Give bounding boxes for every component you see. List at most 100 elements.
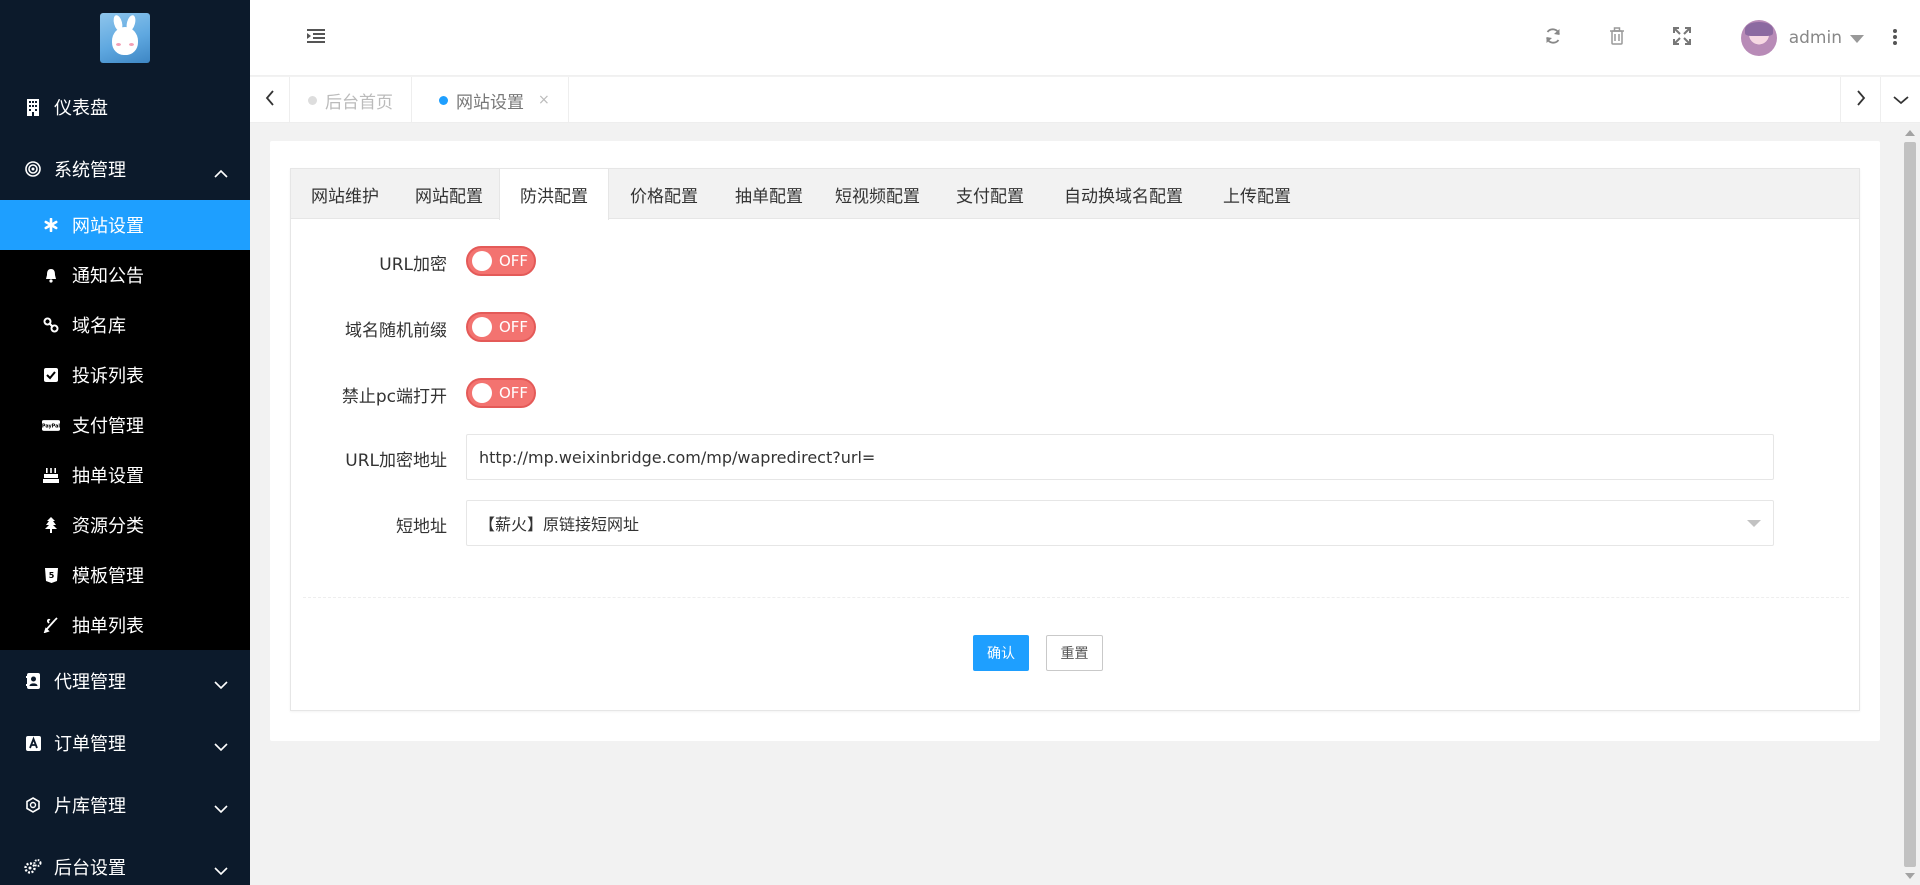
scroll-down-icon[interactable] bbox=[1905, 873, 1915, 879]
chevron-down-icon bbox=[214, 674, 228, 695]
settings-card: 网站维护 网站配置 防洪配置 价格配置 抽单配置 短视频配置 支付配置 自动换域… bbox=[270, 141, 1880, 741]
url-encrypt-address-label: URL加密地址 bbox=[345, 451, 447, 471]
form-divider bbox=[303, 597, 1849, 598]
user-menu[interactable]: admin bbox=[1740, 20, 1864, 56]
short-url-select[interactable]: 【薪火】原链接短网址 bbox=[466, 500, 1774, 546]
chevron-down-icon bbox=[214, 860, 228, 881]
link-icon bbox=[42, 316, 60, 334]
domain-random-prefix-label: 域名随机前缀 bbox=[345, 321, 447, 341]
confirm-button[interactable]: 确认 bbox=[973, 635, 1029, 671]
tree-icon bbox=[42, 516, 60, 534]
bell-icon bbox=[42, 266, 60, 284]
gears-icon bbox=[24, 858, 42, 876]
sidebar-item-site-settings[interactable]: 网站设置 bbox=[0, 200, 250, 250]
caret-down-icon bbox=[1850, 28, 1864, 48]
menu-orders-label: 订单管理 bbox=[54, 734, 126, 755]
tab-dot bbox=[439, 95, 448, 105]
logo[interactable] bbox=[0, 0, 250, 76]
tab-auto-domain-config[interactable]: 自动换域名配置 bbox=[1044, 169, 1203, 219]
tab-dot bbox=[308, 95, 317, 105]
short-url-label: 短地址 bbox=[396, 517, 447, 537]
sidebar-item-draw-list[interactable]: 抽单列表 bbox=[0, 600, 250, 650]
block-pc-label: 禁止pc端打开 bbox=[341, 387, 447, 407]
tab-label: 网站设置 bbox=[456, 92, 524, 113]
contact-icon bbox=[24, 672, 42, 690]
settings-tabs: 网站维护 网站配置 防洪配置 价格配置 抽单配置 短视频配置 支付配置 自动换域… bbox=[290, 168, 1860, 711]
short-url-selected: 【薪火】原链接短网址 bbox=[479, 515, 640, 534]
sidebar-toggle-button[interactable] bbox=[304, 26, 328, 50]
domain-random-prefix-switch[interactable]: OFF bbox=[466, 312, 536, 342]
reset-button[interactable]: 重置 bbox=[1046, 635, 1103, 671]
vertical-scrollbar[interactable] bbox=[1900, 124, 1920, 885]
menu-agent[interactable]: 代理管理 bbox=[0, 650, 250, 712]
url-encrypt-switch[interactable]: OFF bbox=[466, 246, 536, 276]
font-icon bbox=[24, 734, 42, 752]
block-pc-switch[interactable]: OFF bbox=[466, 378, 536, 408]
scrollbar-thumb[interactable] bbox=[1904, 142, 1916, 867]
svg-text:5: 5 bbox=[48, 571, 54, 580]
sidebar-item-draw-settings[interactable]: 抽单设置 bbox=[0, 450, 250, 500]
tab-site-maintenance[interactable]: 网站维护 bbox=[291, 169, 399, 219]
switch-knob bbox=[472, 383, 492, 403]
expand-icon bbox=[1673, 26, 1691, 50]
tab-anti-block-config[interactable]: 防洪配置 bbox=[499, 169, 609, 220]
menu-library-label: 片库管理 bbox=[54, 796, 126, 817]
tab-short-video-config[interactable]: 短视频配置 bbox=[819, 169, 936, 219]
pen-icon bbox=[42, 616, 60, 634]
sidebar-item-templates[interactable]: 5 模板管理 bbox=[0, 550, 250, 600]
sidebar-item-complaints[interactable]: 投诉列表 bbox=[0, 350, 250, 400]
sidebar-item-label: 抽单列表 bbox=[72, 616, 144, 637]
switch-state: OFF bbox=[499, 252, 529, 270]
tab-label: 后台首页 bbox=[325, 92, 393, 113]
building-icon bbox=[24, 98, 42, 116]
switch-knob bbox=[472, 251, 492, 271]
clear-cache-button[interactable] bbox=[1605, 26, 1629, 50]
sidebar-item-label: 资源分类 bbox=[72, 516, 144, 537]
sidebar-item-notice[interactable]: 通知公告 bbox=[0, 250, 250, 300]
tab-upload-config[interactable]: 上传配置 bbox=[1203, 169, 1311, 219]
menu-dashboard[interactable]: 仪表盘 bbox=[0, 76, 250, 138]
refresh-icon bbox=[1544, 27, 1562, 50]
tabs-dropdown-button[interactable] bbox=[1880, 77, 1920, 123]
chevron-down-icon bbox=[214, 798, 228, 819]
tabs-scroll-left-button[interactable] bbox=[250, 77, 290, 123]
more-options-button[interactable] bbox=[1892, 28, 1898, 51]
tab-home[interactable]: 后台首页 bbox=[290, 77, 412, 123]
switch-state: OFF bbox=[499, 318, 529, 336]
chevron-up-icon bbox=[214, 162, 228, 183]
sidebar-item-domains[interactable]: 域名库 bbox=[0, 300, 250, 350]
fullscreen-button[interactable] bbox=[1670, 26, 1694, 50]
tab-payment-config[interactable]: 支付配置 bbox=[936, 169, 1044, 219]
select-caret-icon bbox=[1747, 520, 1761, 527]
menu-dashboard-label: 仪表盘 bbox=[54, 98, 108, 119]
chevron-down-icon bbox=[1892, 90, 1909, 110]
tab-site-settings[interactable]: 网站设置 × bbox=[421, 77, 569, 123]
scroll-up-icon[interactable] bbox=[1905, 130, 1915, 136]
menu-system-label: 系统管理 bbox=[54, 160, 126, 181]
refresh-button[interactable] bbox=[1541, 26, 1565, 50]
url-encrypt-label: URL加密 bbox=[379, 255, 447, 275]
cake-icon bbox=[42, 466, 60, 484]
sidebar-item-label: 模板管理 bbox=[72, 566, 144, 587]
switch-state: OFF bbox=[499, 384, 529, 402]
vertical-dots-icon bbox=[1892, 29, 1898, 51]
close-icon[interactable]: × bbox=[538, 92, 550, 108]
sidebar-item-payments[interactable]: PayPal 支付管理 bbox=[0, 400, 250, 450]
menu-system[interactable]: 系统管理 bbox=[0, 138, 250, 200]
tabs-scroll-right-button[interactable] bbox=[1840, 77, 1880, 123]
tab-price-config[interactable]: 价格配置 bbox=[609, 169, 719, 219]
menu-backend[interactable]: 后台设置 bbox=[0, 836, 250, 885]
hexagon-icon bbox=[24, 796, 42, 814]
tab-site-config[interactable]: 网站配置 bbox=[399, 169, 499, 219]
tab-draw-config[interactable]: 抽单配置 bbox=[719, 169, 819, 219]
sidebar: 仪表盘 系统管理 网站设置 通知公告 域名库 投诉列表 PayPal 支付管理 … bbox=[0, 0, 250, 885]
switch-knob bbox=[472, 317, 492, 337]
menu-library[interactable]: 片库管理 bbox=[0, 774, 250, 836]
chevron-right-icon bbox=[1856, 89, 1866, 111]
url-encrypt-address-input[interactable]: http://mp.weixinbridge.com/mp/wapredirec… bbox=[466, 434, 1774, 480]
menu-orders[interactable]: 订单管理 bbox=[0, 712, 250, 774]
indent-icon bbox=[307, 28, 325, 49]
menu-backend-label: 后台设置 bbox=[54, 858, 126, 879]
gear-icon bbox=[42, 216, 60, 234]
sidebar-item-categories[interactable]: 资源分类 bbox=[0, 500, 250, 550]
